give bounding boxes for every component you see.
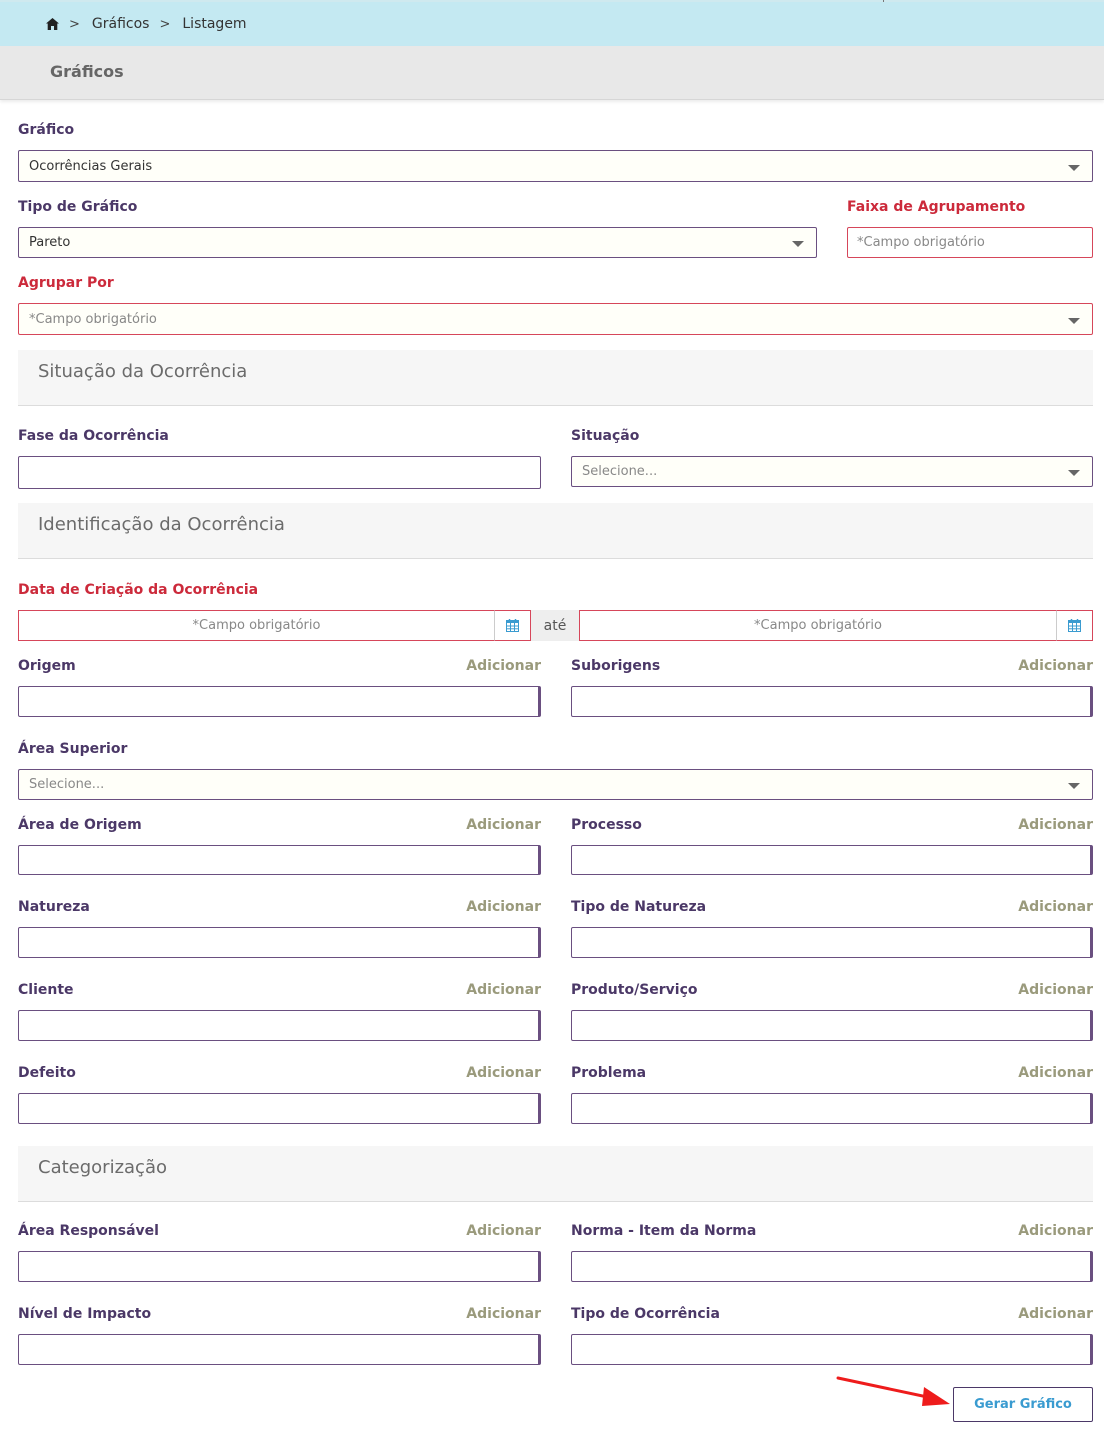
nivel-impacto-add-link[interactable]: Adicionar <box>440 1306 541 1322</box>
nivel-impacto-label: Nível de Impacto <box>18 1306 152 1322</box>
chevron-down-icon <box>1068 318 1080 324</box>
chevron-down-icon <box>1068 165 1080 171</box>
defeito-input[interactable] <box>18 1093 541 1124</box>
page-header: Gráficos <box>0 46 1104 100</box>
chevron-down-icon <box>792 241 804 247</box>
area-superior-placeholder: Selecione... <box>29 777 105 792</box>
chevron-down-icon <box>1068 470 1080 476</box>
agrupar-por-label: Agrupar Por <box>18 275 114 291</box>
section-identificacao: Identificação da Ocorrência <box>18 503 1093 559</box>
breadcrumb-separator: > <box>69 16 80 32</box>
suborigens-label: Suborigens <box>571 658 661 674</box>
area-origem-label: Área de Origem <box>18 817 142 833</box>
fase-ocorrencia-input[interactable] <box>18 456 541 489</box>
processo-label: Processo <box>571 817 642 833</box>
area-superior-select[interactable]: Selecione... <box>18 769 1093 800</box>
origem-label: Origem <box>18 658 76 674</box>
data-criacao-to-placeholder: *Campo obrigatório <box>754 618 882 633</box>
processo-input[interactable] <box>571 845 1093 875</box>
data-criacao-from-input[interactable]: *Campo obrigatório <box>18 610 495 641</box>
problema-input[interactable] <box>571 1093 1093 1124</box>
breadcrumb-item-graficos[interactable]: Gráficos <box>92 16 150 32</box>
processo-add-link[interactable]: Adicionar <box>992 817 1093 833</box>
calendar-icon[interactable] <box>1056 610 1093 641</box>
red-arrow-annotation <box>836 1376 950 1406</box>
tipo-grafico-select[interactable]: Pareto <box>18 227 817 258</box>
grafico-value: Ocorrências Gerais <box>29 158 153 174</box>
origem-add-link[interactable]: Adicionar <box>440 658 541 674</box>
faixa-agrupamento-placeholder: *Campo obrigatório <box>857 235 985 250</box>
grafico-select[interactable]: Ocorrências Gerais <box>18 150 1093 182</box>
produto-servico-label: Produto/Serviço <box>571 982 698 998</box>
home-icon[interactable] <box>46 18 59 30</box>
data-criacao-from-placeholder: *Campo obrigatório <box>192 618 321 633</box>
data-criacao-label: Data de Criação da Ocorrência <box>18 582 259 598</box>
norma-item-input[interactable] <box>571 1251 1093 1282</box>
gerar-grafico-button[interactable]: Gerar Gráfico <box>953 1387 1093 1422</box>
section-identificacao-title: Identificação da Ocorrência <box>38 514 285 535</box>
origem-input[interactable] <box>18 686 541 717</box>
tipo-ocorrencia-input[interactable] <box>571 1334 1093 1365</box>
area-responsavel-input[interactable] <box>18 1251 541 1282</box>
section-situacao-title: Situação da Ocorrência <box>38 361 248 382</box>
tipo-ocorrencia-add-link[interactable]: Adicionar <box>992 1306 1093 1322</box>
section-situacao: Situação da Ocorrência <box>18 350 1093 406</box>
norma-item-label: Norma - Item da Norma <box>571 1223 757 1239</box>
cliente-label: Cliente <box>18 982 74 998</box>
suborigens-input[interactable] <box>571 686 1093 717</box>
produto-servico-add-link[interactable]: Adicionar <box>992 982 1093 998</box>
data-criacao-range: *Campo obrigatório até *Campo obrigatóri… <box>18 610 1093 641</box>
produto-servico-input[interactable] <box>571 1010 1093 1041</box>
area-origem-input[interactable] <box>18 845 541 875</box>
natureza-label: Natureza <box>18 899 90 915</box>
tipo-natureza-add-link[interactable]: Adicionar <box>992 899 1093 915</box>
area-responsavel-add-link[interactable]: Adicionar <box>440 1223 541 1239</box>
nivel-impacto-input[interactable] <box>18 1334 541 1365</box>
agrupar-por-placeholder: *Campo obrigatório <box>29 311 157 327</box>
data-criacao-to-input[interactable]: *Campo obrigatório <box>579 610 1057 641</box>
cliente-add-link[interactable]: Adicionar <box>440 982 541 998</box>
cliente-input[interactable] <box>18 1010 541 1041</box>
faixa-agrupamento-label: Faixa de Agrupamento <box>847 199 1026 215</box>
grafico-label: Gráfico <box>18 122 75 138</box>
breadcrumb: > Gráficos > Listagem <box>0 2 1104 46</box>
natureza-add-link[interactable]: Adicionar <box>440 899 541 915</box>
chevron-down-icon <box>1068 783 1080 789</box>
tipo-grafico-label: Tipo de Gráfico <box>18 199 138 215</box>
tipo-natureza-label: Tipo de Natureza <box>571 899 707 915</box>
section-categorizacao-title: Categorização <box>38 1157 167 1178</box>
faixa-agrupamento-input[interactable]: *Campo obrigatório <box>847 227 1093 258</box>
breadcrumb-separator: > <box>159 16 171 32</box>
fase-ocorrencia-label: Fase da Ocorrência <box>18 428 169 444</box>
area-responsavel-label: Área Responsável <box>18 1223 159 1239</box>
calendar-icon[interactable] <box>494 610 531 641</box>
area-superior-label: Área Superior <box>18 741 128 757</box>
tipo-grafico-value: Pareto <box>29 235 71 250</box>
breadcrumb-item-listagem: Listagem <box>182 16 247 32</box>
situacao-label: Situação <box>571 428 640 444</box>
section-categorizacao: Categorização <box>18 1146 1093 1202</box>
defeito-label: Defeito <box>18 1065 76 1081</box>
defeito-add-link[interactable]: Adicionar <box>440 1065 541 1081</box>
page-title: Gráficos <box>50 62 124 81</box>
suborigens-add-link[interactable]: Adicionar <box>992 658 1093 674</box>
norma-item-add-link[interactable]: Adicionar <box>992 1223 1093 1239</box>
tipo-natureza-input[interactable] <box>571 927 1093 958</box>
problema-label: Problema <box>571 1065 647 1081</box>
problema-add-link[interactable]: Adicionar <box>992 1065 1093 1081</box>
tipo-ocorrencia-label: Tipo de Ocorrência <box>571 1306 720 1322</box>
natureza-input[interactable] <box>18 927 541 958</box>
agrupar-por-select[interactable]: *Campo obrigatório <box>18 303 1093 335</box>
situacao-placeholder: Selecione... <box>582 464 658 479</box>
area-origem-add-link[interactable]: Adicionar <box>440 817 541 833</box>
situacao-select[interactable]: Selecione... <box>571 456 1093 487</box>
date-range-separator: até <box>531 610 579 641</box>
